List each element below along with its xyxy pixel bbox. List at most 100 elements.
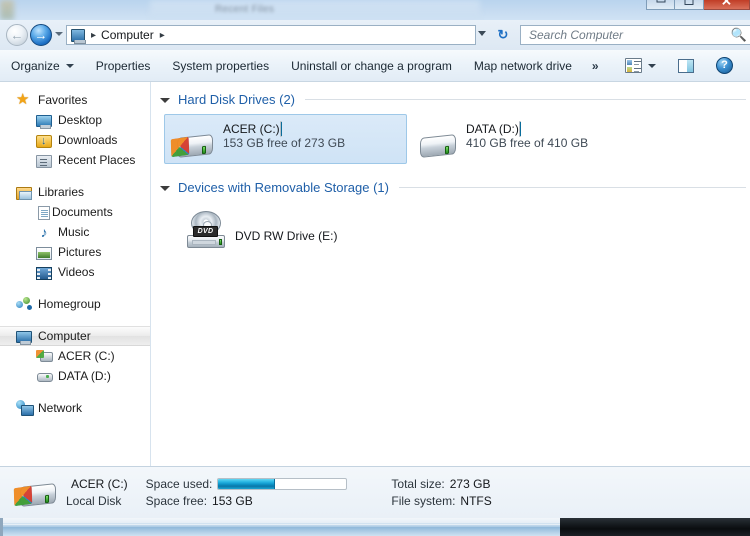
sidebar-item-computer[interactable]: Computer	[0, 326, 150, 346]
details-col-space: Space used: Space free: 153 GB	[146, 476, 348, 510]
properties-label: Properties	[95, 58, 151, 73]
taskbar-left-edge	[0, 518, 3, 536]
sidebar-item-documents[interactable]: Documents	[0, 202, 150, 222]
sidebar-item-data-d[interactable]: DATA (D:)	[0, 366, 150, 386]
toolbar-overflow-button[interactable]: »	[583, 59, 608, 73]
search-input[interactable]: Search Computer	[521, 28, 728, 42]
group-header-removable-storage[interactable]: Devices with Removable Storage (1)	[152, 176, 750, 198]
group-title-removable-storage: Devices with Removable Storage (1)	[178, 179, 389, 195]
organize-button[interactable]: Organize	[0, 54, 85, 78]
sidebar-item-downloads[interactable]: Downloads	[0, 130, 150, 150]
hard-disk-windows-icon	[170, 124, 215, 164]
close-button[interactable]: ✕	[704, 0, 750, 10]
address-history-chevron-down-icon[interactable]	[478, 31, 486, 36]
documents-icon	[38, 205, 50, 220]
sidebar-group-libraries[interactable]: Libraries	[0, 182, 150, 202]
properties-button[interactable]: Properties	[85, 54, 162, 78]
sidebar-label-computer: Computer	[38, 329, 91, 343]
drive-name-dvd-rw-e: DVD RW Drive (E:)	[235, 229, 338, 243]
sidebar-label-videos: Videos	[58, 265, 95, 279]
title-ghost-text: Recent Files	[215, 4, 275, 15]
recent-places-icon	[36, 154, 52, 168]
sidebar-item-network[interactable]: Network	[0, 398, 150, 418]
details-total-size-value: 273 GB	[449, 477, 491, 491]
navigation-pane[interactable]: ★ Favorites Desktop Downloads Recent Pla…	[0, 82, 151, 466]
sidebar-label-homegroup: Homegroup	[38, 297, 101, 311]
view-chevron-down-icon[interactable]	[648, 63, 656, 68]
preview-pane-icon	[678, 58, 694, 73]
sidebar-label-favorites: Favorites	[38, 93, 88, 107]
system-properties-button[interactable]: System properties	[161, 54, 280, 78]
drive-name-acer-c: ACER (C:)	[223, 122, 280, 136]
taskbar-notification-area[interactable]	[560, 518, 750, 536]
collapse-triangle-icon[interactable]	[160, 98, 170, 103]
drive-tile-dvd-rw-e[interactable]: DVD DVD RW Drive (E:)	[176, 204, 419, 254]
file-list-view[interactable]: Hard Disk Drives (2) ACER (C:) 153 GB fr…	[152, 82, 750, 466]
back-button[interactable]: ←	[6, 24, 28, 46]
breadcrumb-item-computer[interactable]: Computer	[101, 28, 154, 42]
minimize-icon	[656, 0, 665, 3]
details-pane: ACER (C:) Local Disk Space used: Space f…	[0, 466, 750, 518]
sidebar-group-favorites[interactable]: ★ Favorites	[0, 90, 150, 110]
breadcrumb-separator-trailing-icon[interactable]: ▸	[154, 30, 170, 41]
uninstall-change-program-button[interactable]: Uninstall or change a program	[280, 54, 463, 78]
breadcrumb-separator-icon[interactable]: ▸	[87, 30, 101, 41]
maximize-button[interactable]	[675, 0, 704, 10]
hard-disk-windows-icon	[13, 473, 58, 513]
drive-capacity-text-acer-c: 153 GB free of 273 GB	[223, 136, 346, 150]
taskbar-sliver[interactable]	[0, 518, 750, 536]
details-col-name: ACER (C:) Local Disk	[66, 476, 128, 510]
homegroup-icon	[16, 296, 32, 312]
sidebar-item-music[interactable]: ♪ Music	[0, 222, 150, 242]
music-icon: ♪	[40, 224, 48, 240]
sidebar-label-network: Network	[38, 401, 83, 415]
sidebar-item-homegroup[interactable]: Homegroup	[0, 294, 150, 314]
capacity-bar-data-d	[518, 121, 521, 137]
sidebar-item-videos[interactable]: Videos	[0, 262, 150, 282]
drive-info-acer-c: ACER (C:) 153 GB free of 273 GB	[223, 121, 398, 150]
forward-button[interactable]: →	[30, 24, 52, 46]
breadcrumb-address-bar[interactable]: ▸ Computer ▸	[66, 25, 476, 45]
videos-icon	[36, 266, 52, 280]
drive-tile-acer-c[interactable]: ACER (C:) 153 GB free of 273 GB	[164, 114, 407, 164]
drive-info-dvd-rw-e: DVD RW Drive (E:)	[235, 215, 410, 243]
sidebar-item-desktop[interactable]: Desktop	[0, 110, 150, 130]
details-drive-type: Local Disk	[66, 494, 122, 508]
details-drive-name: ACER (C:)	[71, 477, 128, 491]
group-title-hard-disk-drives: Hard Disk Drives (2)	[178, 91, 296, 107]
refresh-button[interactable]: ↻	[494, 26, 512, 44]
network-icon	[16, 400, 34, 416]
collapse-triangle-icon[interactable]	[160, 186, 170, 191]
sidebar-item-recent-places[interactable]: Recent Places	[0, 150, 150, 170]
back-arrow-icon: ←	[10, 27, 24, 43]
forward-arrow-icon: →	[34, 27, 48, 43]
details-space-used-bar	[217, 478, 348, 490]
computer-icon	[16, 331, 32, 345]
search-box[interactable]: Search Computer 🔍	[520, 25, 750, 45]
drive-tile-data-d[interactable]: DATA (D:) 410 GB free of 410 GB	[407, 114, 650, 164]
removable-tile-row: DVD DVD RW Drive (E:)	[152, 204, 750, 254]
hard-disk-icon	[414, 124, 458, 164]
map-network-drive-button[interactable]: Map network drive	[463, 54, 583, 78]
window-controls: ✕	[646, 0, 750, 11]
change-view-button[interactable]	[614, 54, 667, 78]
hard-disk-icon	[36, 368, 53, 384]
explorer-window: Recent Files ✕ ← → ▸ Computer ▸ ↻ Search…	[0, 0, 750, 536]
show-preview-pane-button[interactable]	[667, 54, 705, 78]
minimize-button[interactable]	[646, 0, 675, 10]
sidebar-label-recent-places: Recent Places	[58, 153, 136, 167]
sidebar-item-acer-c[interactable]: ACER (C:)	[0, 346, 150, 366]
group-header-hard-disk-drives[interactable]: Hard Disk Drives (2)	[152, 88, 750, 110]
title-bar: Recent Files ✕	[0, 0, 750, 20]
group-separator-line	[398, 186, 746, 188]
help-button[interactable]: ?	[705, 54, 744, 78]
sidebar-item-pictures[interactable]: Pictures	[0, 242, 150, 262]
recent-pages-dropdown-icon[interactable]	[55, 32, 63, 36]
computer-icon	[71, 28, 86, 44]
organize-label: Organize	[11, 58, 60, 73]
downloads-icon	[36, 134, 52, 148]
title-bar-left-smudge	[0, 0, 14, 20]
system-properties-label: System properties	[172, 58, 270, 73]
